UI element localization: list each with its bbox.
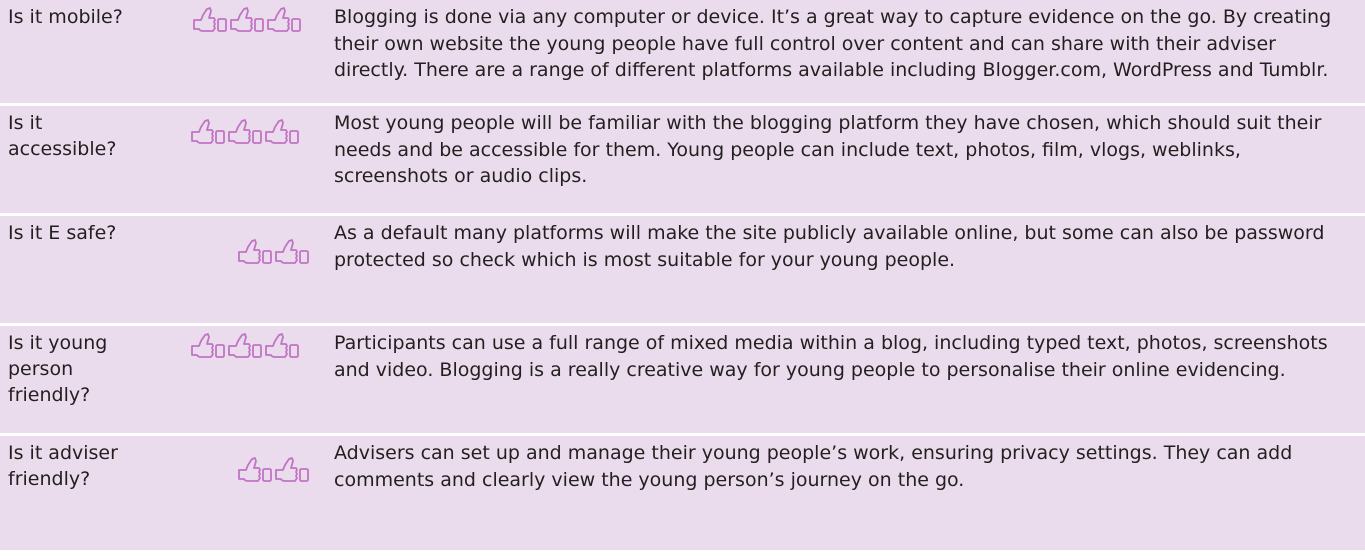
thumbs-up-icon bbox=[228, 119, 262, 144]
thumbs-up-icon bbox=[275, 239, 309, 264]
table-row-young-person: Is it young person friendly? Participant… bbox=[0, 326, 1365, 436]
evaluation-table: Is it mobile? Blogging is done via any c… bbox=[0, 0, 1365, 550]
thumbs-up-icon bbox=[267, 7, 301, 32]
thumbs-up-icon bbox=[238, 457, 272, 482]
rating-thumbs bbox=[237, 456, 311, 488]
table-row-accessible: Is it accessible? Most young people will… bbox=[0, 106, 1365, 216]
rating-thumbs bbox=[192, 6, 303, 38]
thumbs-up-icon bbox=[191, 333, 225, 358]
answer-text: Advisers can set up and manage their you… bbox=[334, 442, 1293, 491]
rating-thumbs bbox=[190, 332, 301, 364]
rating-thumbs bbox=[190, 118, 301, 150]
thumbs-up-icon bbox=[193, 7, 227, 32]
table-row-mobile: Is it mobile? Blogging is done via any c… bbox=[0, 0, 1365, 106]
thumbs-up-icon bbox=[275, 457, 309, 482]
rating-thumbs bbox=[237, 238, 311, 270]
thumbs-up-icon bbox=[238, 239, 272, 264]
thumbs-up-icon bbox=[265, 119, 299, 144]
thumbs-up-icon bbox=[265, 333, 299, 358]
table-row-e-safe: Is it E safe? As a default many platform… bbox=[0, 216, 1365, 326]
answer-text: Most young people will be familiar with … bbox=[334, 112, 1322, 187]
answer-text: As a default many platforms will make th… bbox=[334, 222, 1325, 271]
thumbs-up-icon bbox=[191, 119, 225, 144]
answer-text: Participants can use a full range of mix… bbox=[334, 332, 1328, 381]
question-label: Is it adviser friendly? bbox=[8, 442, 118, 490]
answer-text: Blogging is done via any computer or dev… bbox=[334, 6, 1332, 81]
table-row-adviser: Is it adviser friendly? Advisers can set… bbox=[0, 436, 1365, 550]
question-label: Is it accessible? bbox=[8, 112, 117, 160]
thumbs-up-icon bbox=[230, 7, 264, 32]
thumbs-up-icon bbox=[228, 333, 262, 358]
question-label: Is it young person friendly? bbox=[8, 332, 108, 406]
question-label: Is it mobile? bbox=[8, 6, 123, 28]
question-label: Is it E safe? bbox=[8, 222, 117, 244]
